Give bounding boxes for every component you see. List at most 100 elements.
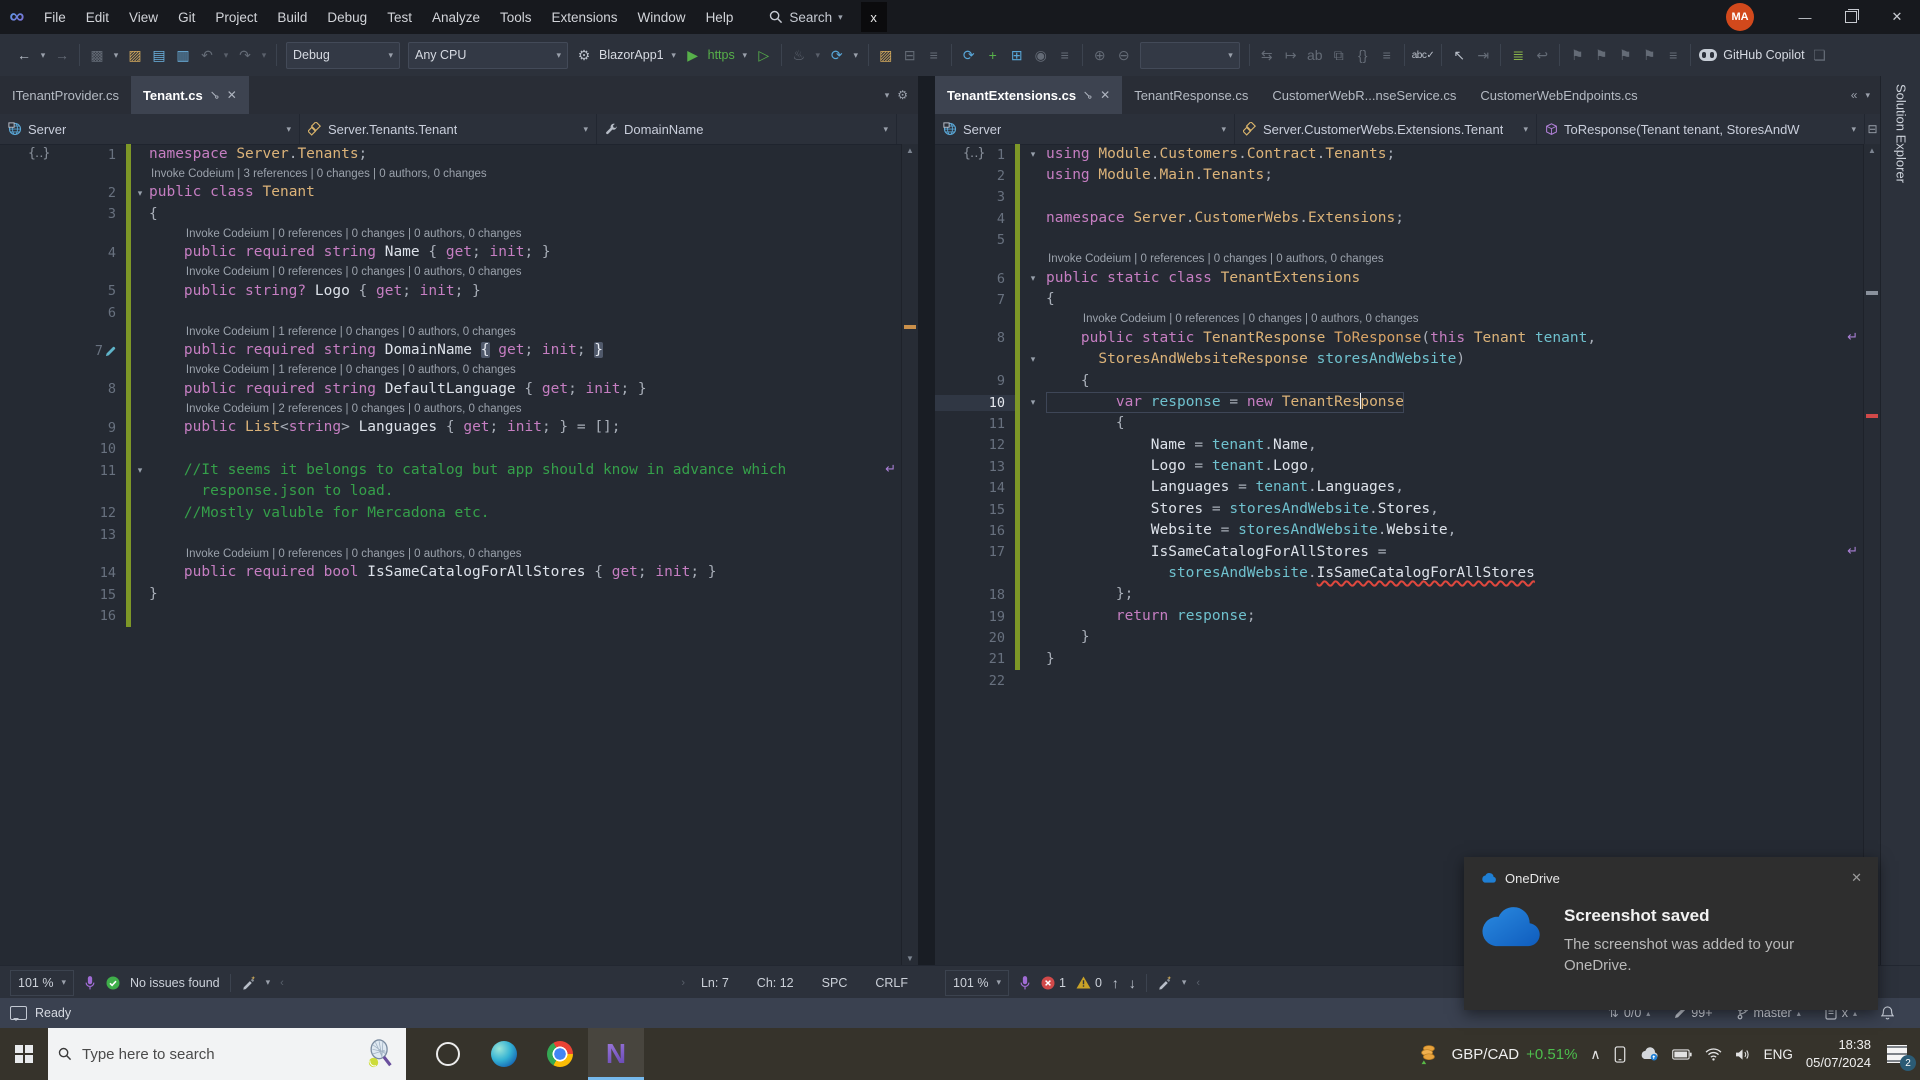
search-control[interactable]: Search ▾ <box>769 10 843 25</box>
menu-item-git[interactable]: Git <box>168 0 205 34</box>
breadcrumb-project[interactable]: Server ▾ <box>0 114 300 144</box>
close-button[interactable]: ✕ <box>1874 0 1920 34</box>
menu-item-help[interactable]: Help <box>696 0 744 34</box>
close-icon[interactable]: ✕ <box>1851 870 1862 886</box>
menu-item-edit[interactable]: Edit <box>76 0 119 34</box>
chrome-button[interactable] <box>532 1028 588 1080</box>
clock[interactable]: 18:38 05/07/2024 <box>1806 1036 1871 1071</box>
save-icon[interactable]: ▤ <box>147 42 171 68</box>
breadcrumb-project[interactable]: Server ▾ <box>935 114 1235 144</box>
line-ending-indicator[interactable]: CRLF <box>875 976 908 990</box>
breadcrumb-class[interactable]: Server.CustomerWebs.Extensions.Tenant ▾ <box>1235 114 1537 144</box>
refresh-icon[interactable]: ⟳ <box>957 42 981 68</box>
code-line[interactable]: 13 Logo = tenant.Logo, <box>935 456 1864 478</box>
tab-itenantprovider-cs[interactable]: ITenantProvider.cs <box>0 76 131 114</box>
sort-icon[interactable]: ≣ <box>1506 42 1530 68</box>
scroll-down-icon[interactable]: ▼ <box>902 954 918 963</box>
code-line[interactable]: 6 <box>0 301 902 324</box>
restore-button[interactable] <box>1828 0 1874 34</box>
codelens-text[interactable]: Invoke Codeium | 0 references | 0 change… <box>1083 313 1419 325</box>
pointer-icon[interactable]: ↖ <box>1447 42 1471 68</box>
microphone-icon[interactable] <box>1019 975 1031 991</box>
previous-issue-icon[interactable]: ↑ <box>1112 975 1119 991</box>
forward-circle-icon[interactable]: → <box>50 42 74 68</box>
your-phone-icon[interactable] <box>1614 1045 1626 1063</box>
code-line[interactable]: 17 IsSameCatalogForAllStores = ↵ <box>935 541 1864 564</box>
code-cleanup-icon[interactable] <box>1157 975 1172 990</box>
more-icon[interactable]: ≡ <box>1375 42 1399 68</box>
breadcrumb-property[interactable]: DomainName ▾ <box>597 114 897 144</box>
search-text-box[interactable]: x <box>860 2 887 32</box>
code-line[interactable]: 8 public required string DefaultLanguage… <box>0 378 902 401</box>
microphone-icon[interactable] <box>84 975 96 991</box>
close-icon[interactable]: ✕ <box>227 88 237 102</box>
code-line[interactable]: 7 public required string DomainName { ge… <box>0 340 902 362</box>
code-line[interactable]: 18 }; <box>935 584 1864 606</box>
code-line[interactable]: 5 <box>935 229 1864 251</box>
grid-icon[interactable]: ⊞ <box>1005 42 1029 68</box>
horizontal-scrollbar[interactable]: ‹ › <box>280 966 685 999</box>
pin-icon[interactable]: ⊸ <box>206 86 223 103</box>
run-icon[interactable]: ▶ <box>681 42 705 68</box>
copy-icon[interactable]: ⧉ <box>1327 42 1351 68</box>
cortana-button[interactable] <box>420 1028 476 1080</box>
code-line[interactable]: 16 <box>0 605 902 627</box>
volume-icon[interactable] <box>1735 1048 1751 1061</box>
fold-caret-icon[interactable]: ▾ <box>1020 149 1046 160</box>
scrollbar-right[interactable]: ▲ ▼ <box>1863 144 1880 965</box>
next-issue-icon[interactable]: ↓ <box>1129 975 1136 991</box>
editor-options-gear-icon[interactable]: ⚙ <box>897 88 908 102</box>
goto-icon[interactable]: ↦ <box>1279 42 1303 68</box>
toolbar-label-https[interactable]: https <box>705 48 738 62</box>
code-line[interactable]: 15} <box>0 583 902 606</box>
more-icon[interactable]: ≡ <box>1661 42 1685 68</box>
folder-icon[interactable]: ▨ <box>874 42 898 68</box>
codelens-text[interactable]: Invoke Codeium | 0 references | 0 change… <box>186 548 522 560</box>
code-line[interactable]: 2 using Module.Main.Tenants; <box>935 165 1864 187</box>
tab-customerwebendpoints-cs[interactable]: CustomerWebEndpoints.cs <box>1468 76 1649 114</box>
toolbar-label-blazorapp1[interactable]: BlazorApp1 <box>596 48 667 62</box>
fold-caret-icon[interactable]: ▾ <box>1020 354 1046 365</box>
menu-item-project[interactable]: Project <box>205 0 267 34</box>
split-editor-icon[interactable]: ⊟ <box>1865 114 1880 144</box>
codelens-text[interactable]: Invoke Codeium | 2 references | 0 change… <box>186 403 522 415</box>
code-line[interactable]: 22 <box>935 670 1864 691</box>
start-button[interactable] <box>0 1028 48 1080</box>
code-editor-right[interactable]: 1 ▾ using Module.Customers.Contract.Tenant… <box>935 144 1864 965</box>
sort-undo-icon[interactable]: ↩ <box>1530 42 1554 68</box>
hot-reload-icon[interactable]: ♨ <box>787 42 811 68</box>
chevron-down-icon[interactable]: ▾ <box>109 42 123 68</box>
chevron-down-icon[interactable]: ▾ <box>667 42 681 68</box>
braces-icon[interactable]: {} <box>1351 42 1375 68</box>
code-line[interactable]: 9 public List<string> Languages { get; i… <box>0 417 902 439</box>
code-line[interactable]: 10 ▾ var response = new TenantResponse <box>935 391 1864 414</box>
chevron-down-icon[interactable]: ▾ <box>738 42 752 68</box>
tab-customerwebr-nseservice-cs[interactable]: CustomerWebR...nseService.cs <box>1260 76 1468 114</box>
code-line[interactable]: 7{ <box>935 289 1864 311</box>
wifi-icon[interactable] <box>1705 1047 1722 1061</box>
menu-item-test[interactable]: Test <box>377 0 422 34</box>
code-line[interactable]: 13 <box>0 524 902 546</box>
action-center-button[interactable]: 2 <box>1884 1041 1916 1071</box>
tab-tenantresponse-cs[interactable]: TenantResponse.cs <box>1122 76 1260 114</box>
spaces-indicator[interactable]: SPC <box>822 976 848 990</box>
code-line[interactable]: 2 ▾ public class Tenant <box>0 182 902 204</box>
code-line[interactable]: 5 public string? Logo { get; init; } <box>0 280 902 302</box>
solution-explorer-strip[interactable]: Solution Explorer <box>1880 76 1920 965</box>
code-line[interactable]: 12 //Mostly valuble for Mercadona etc. <box>0 502 902 525</box>
taskbar-search[interactable]: Type here to search <box>48 1028 406 1080</box>
codelens-text[interactable]: Invoke Codeium | 1 reference | 0 changes… <box>186 364 516 376</box>
undo-icon[interactable]: ↶ <box>195 42 219 68</box>
code-line[interactable]: 14 public required bool IsSameCatalogFor… <box>0 562 902 584</box>
close-icon[interactable]: ✕ <box>1100 88 1110 102</box>
add-icon[interactable]: + <box>981 42 1005 68</box>
chevron-down-icon[interactable]: ▾ <box>849 42 863 68</box>
new-project-icon[interactable]: ▩ <box>85 42 109 68</box>
back-circle-icon[interactable]: ← <box>12 42 36 68</box>
more-icon[interactable]: ≡ <box>922 42 946 68</box>
open-folder-icon[interactable]: ▨ <box>123 42 147 68</box>
visual-studio-button[interactable]: N <box>588 1028 644 1080</box>
onedrive-tray-icon[interactable] <box>1639 1047 1659 1061</box>
restart-icon[interactable]: ⟳ <box>825 42 849 68</box>
zoom-selector[interactable]: 101 % ▾ <box>10 969 74 996</box>
